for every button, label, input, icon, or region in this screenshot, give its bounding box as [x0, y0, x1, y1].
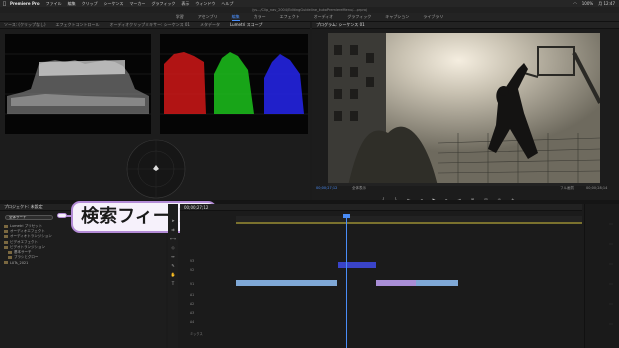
- effects-tree: Lumetri プリセット オーディオエフェクト オーディオトランジション ビデ…: [4, 224, 52, 266]
- vectorscope: [126, 139, 186, 199]
- tab-lumetri-scopes[interactable]: Lumetri スコープ: [230, 22, 262, 28]
- folder-icon: [4, 240, 8, 244]
- workspace-color[interactable]: カラー: [254, 14, 266, 20]
- folder-icon: [4, 235, 8, 239]
- video-clip[interactable]: [338, 262, 376, 268]
- menu-view[interactable]: 表示: [181, 1, 189, 7]
- workspace-learning[interactable]: 学習: [176, 14, 184, 20]
- lumetri-scopes-panel: ソース: (クリップなし) エフェクトコントロール オーディオクリップミキサー:…: [0, 22, 310, 200]
- folder-icon: [4, 261, 8, 265]
- menu-sequence[interactable]: シーケンス: [104, 1, 124, 7]
- slip-tool-icon[interactable]: ↔: [168, 254, 178, 263]
- ruler-ticks: [236, 222, 582, 224]
- video-clip[interactable]: [236, 280, 337, 286]
- type-tool-icon[interactable]: T: [168, 281, 178, 290]
- folder-icon: [8, 256, 12, 260]
- menu-marker[interactable]: マーカー: [129, 1, 145, 7]
- menu-graphics[interactable]: グラフィック: [151, 1, 175, 7]
- track-select-tool-icon[interactable]: ⇉: [168, 227, 178, 236]
- workspace-captions[interactable]: キャプション: [385, 14, 409, 20]
- menu-window[interactable]: ウィンドウ: [195, 1, 215, 7]
- video-clip[interactable]: [376, 280, 416, 286]
- apple-icon[interactable]: : [3, 1, 6, 7]
- pen-tool-icon[interactable]: ✎: [168, 263, 178, 272]
- tools-panel: ➤ ⇉ ⟷ ◇ ↔ ✎ ✋ T: [168, 204, 178, 348]
- tab-program-monitor[interactable]: プログラム: シーケンス 01: [316, 22, 365, 28]
- menu-help[interactable]: ヘルプ: [221, 1, 233, 7]
- audio-meter: [584, 204, 619, 348]
- search-input[interactable]: [5, 215, 53, 220]
- scopes-tab-bar: ソース: (クリップなし) エフェクトコントロール オーディオクリップミキサー:…: [0, 22, 310, 29]
- program-timecode[interactable]: 00;00;27;12: [316, 186, 337, 190]
- program-monitor-panel: プログラム: シーケンス 01 00;00;27;12 全体表示 フル画質 00…: [312, 22, 619, 202]
- hand-tool-icon[interactable]: ✋: [168, 272, 178, 281]
- razor-tool-icon[interactable]: ◇: [168, 245, 178, 254]
- timeline-tab-bar: 00;00;27;12: [180, 204, 582, 211]
- workspace-libraries[interactable]: ライブラリ: [423, 14, 443, 20]
- tab-project[interactable]: プロジェクト: 未設定: [4, 204, 43, 210]
- rgb-parade: [160, 34, 308, 134]
- program-video-frame[interactable]: [328, 33, 600, 186]
- track-header: V1: [190, 282, 195, 286]
- monitor-tab-bar: プログラム: シーケンス 01: [312, 22, 619, 29]
- folder-icon: [4, 225, 8, 229]
- luma-waveform: [5, 34, 151, 134]
- workspace-audio[interactable]: オーディオ: [314, 14, 334, 20]
- track-header: A3: [190, 311, 195, 315]
- ripple-edit-tool-icon[interactable]: ⟷: [168, 236, 178, 245]
- workspace-bar: 学習 アセンブリ 編集 カラー エフェクト オーディオ グラフィック キャプショ…: [0, 13, 619, 22]
- meter-scale: [609, 223, 613, 325]
- track-header: ミックス: [190, 331, 203, 336]
- video-clip[interactable]: [416, 280, 458, 286]
- menu-file[interactable]: ファイル: [46, 1, 62, 7]
- track-header: A4: [190, 320, 195, 324]
- timeline-timecode[interactable]: 00;00;27;12: [184, 205, 208, 210]
- workspace-effects[interactable]: エフェクト: [280, 14, 300, 20]
- folder-icon: [4, 230, 8, 234]
- menu-edit[interactable]: 編集: [68, 1, 76, 7]
- duration-timecode: 00;00;28;14: [586, 186, 608, 190]
- tab-metadata[interactable]: メタデータ: [200, 22, 220, 28]
- menu-bar:  Premiere Pro ファイル 編集 クリップ シーケンス マーカー グ…: [0, 0, 619, 7]
- workspace-assembly[interactable]: アセンブリ: [198, 14, 218, 20]
- list-item[interactable]: LUTs_2021: [4, 260, 52, 265]
- quality-dropdown[interactable]: フル画質: [560, 186, 574, 191]
- fit-dropdown[interactable]: 全体表示: [352, 186, 366, 191]
- timeline-panel: 00;00;27;12 V3 V2 V1 A1 A2 A3 A4 ミックス: [180, 204, 582, 348]
- workspace-graphics[interactable]: グラフィック: [347, 14, 371, 20]
- track-header: V2: [190, 268, 195, 272]
- tab-source[interactable]: ソース: (クリップなし): [4, 22, 46, 28]
- tab-effect-controls[interactable]: エフェクトコントロール: [56, 22, 100, 28]
- folder-icon: [8, 251, 12, 255]
- menu-clip[interactable]: クリップ: [82, 1, 98, 7]
- playhead[interactable]: [346, 216, 347, 348]
- track-header: A1: [190, 293, 195, 297]
- workspace-editing[interactable]: 編集: [231, 14, 240, 21]
- time-ruler[interactable]: [236, 216, 582, 224]
- selection-tool-icon[interactable]: ➤: [168, 218, 178, 227]
- app-name[interactable]: Premiere Pro: [10, 1, 40, 6]
- track-header: V3: [190, 259, 195, 263]
- track-area: V3 V2 V1 A1 A2 A3 A4 ミックス: [180, 226, 582, 348]
- track-header: A2: [190, 302, 195, 306]
- tab-audio-clip-mixer[interactable]: オーディオクリップミキサー: シーケンス 01: [110, 22, 190, 28]
- folder-icon: [4, 245, 8, 249]
